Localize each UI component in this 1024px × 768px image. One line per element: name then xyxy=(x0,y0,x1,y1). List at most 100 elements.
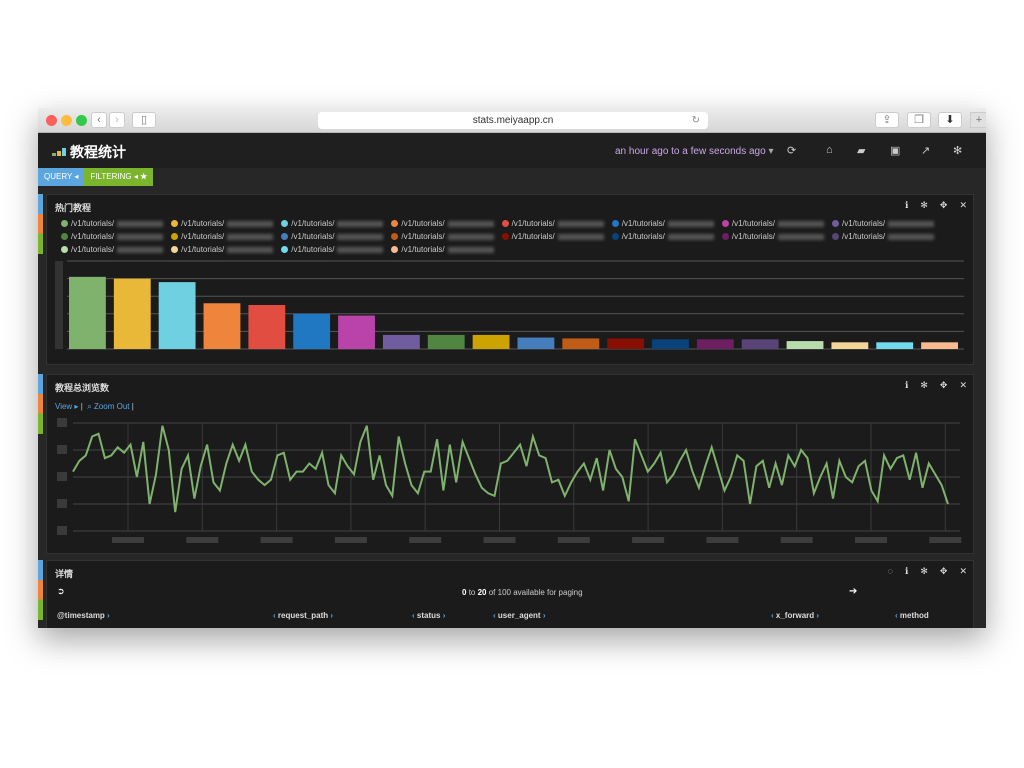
gear-icon[interactable]: ✻ xyxy=(920,380,928,391)
legend-item[interactable]: /v1/tutorials/ xyxy=(391,232,494,241)
browser-toolbar: ‹ › ▯ stats.meiyaapp.cn ↻ ⇪ ❐ ⬇ + xyxy=(38,108,986,133)
bar xyxy=(607,338,645,349)
redacted-text xyxy=(557,220,604,227)
view-menu[interactable]: View ▸ xyxy=(55,402,78,411)
query-toggle[interactable]: QUERY ◂ xyxy=(38,168,85,186)
fields-toggle-icon[interactable]: ➲ xyxy=(57,586,65,597)
legend-item[interactable]: /v1/tutorials/ xyxy=(831,232,935,241)
column-header[interactable]: @timestamp › xyxy=(57,611,110,620)
bar xyxy=(786,341,824,349)
bar xyxy=(562,338,600,349)
panel-title: 详情 xyxy=(55,569,74,579)
bar xyxy=(921,342,958,349)
row-collapse-handle[interactable] xyxy=(38,560,43,620)
legend-label: /v1/tutorials/ xyxy=(731,232,775,241)
info-icon[interactable]: ℹ xyxy=(905,566,908,577)
folder-open-icon[interactable]: ▰ xyxy=(857,144,865,157)
paging-rest: of 100 available for paging xyxy=(488,588,583,597)
column-header[interactable]: ‹ x_forward › xyxy=(771,611,819,620)
legend-item[interactable]: /v1/tutorials/ xyxy=(721,232,824,241)
move-icon[interactable]: ✥ xyxy=(940,200,948,211)
legend-item[interactable]: /v1/tutorials/ xyxy=(831,219,935,228)
x-tick-label-redacted xyxy=(706,537,739,543)
legend-item[interactable]: /v1/tutorials/ xyxy=(611,219,714,228)
save-icon[interactable]: ▣ xyxy=(890,144,900,157)
time-picker[interactable]: an hour ago to a few seconds ago ▾ xyxy=(615,146,773,157)
bar xyxy=(831,342,869,349)
legend-item[interactable]: /v1/tutorials/ xyxy=(171,232,274,241)
zoom-out-button[interactable]: ⌕ Zoom Out xyxy=(87,402,129,411)
column-header[interactable]: ‹ user_agent › xyxy=(493,611,546,620)
column-header[interactable]: ‹ request_path › xyxy=(273,611,333,620)
filtering-toggle[interactable]: FILTERING ◂ ★ xyxy=(84,168,154,186)
redacted-text xyxy=(337,246,384,253)
legend-swatch xyxy=(391,220,399,227)
back-button[interactable]: ‹ xyxy=(91,112,107,128)
panel-total-views: 教程总浏览数 ℹ ✻ ✥ ✕ View ▸ | ⌕ Zoom Out | xyxy=(46,374,974,554)
column-label: user_agent xyxy=(497,611,541,620)
legend-item[interactable]: /v1/tutorials/ xyxy=(501,219,604,228)
row-collapse-handle[interactable] xyxy=(38,374,43,434)
close-icon[interactable]: ✕ xyxy=(959,200,967,211)
forward-button[interactable]: › xyxy=(109,112,125,128)
legend-item[interactable]: /v1/tutorials/ xyxy=(61,219,164,228)
legend-item[interactable]: /v1/tutorials/ xyxy=(611,232,714,241)
bar xyxy=(69,276,106,349)
next-page-icon[interactable]: ➔ xyxy=(849,586,857,597)
redacted-text xyxy=(337,220,384,227)
gear-icon[interactable]: ✻ xyxy=(953,144,962,157)
column-header[interactable]: ‹ method xyxy=(895,611,929,620)
refresh-icon[interactable]: ⟳ xyxy=(787,144,796,157)
redacted-text xyxy=(227,246,274,253)
close-window-button[interactable] xyxy=(46,115,57,126)
legend-swatch xyxy=(171,246,179,253)
legend-item[interactable]: /v1/tutorials/ xyxy=(171,245,274,254)
zoom-window-button[interactable] xyxy=(76,115,87,126)
legend-label: /v1/tutorials/ xyxy=(291,245,335,254)
legend-swatch xyxy=(391,233,399,240)
legend-item[interactable]: /v1/tutorials/ xyxy=(281,232,384,241)
new-tab-button[interactable]: + xyxy=(970,112,986,128)
move-icon[interactable]: ✥ xyxy=(940,566,948,577)
row-collapse-handle[interactable] xyxy=(38,194,43,254)
column-header[interactable]: ‹ status › xyxy=(412,611,445,620)
legend-label: /v1/tutorials/ xyxy=(181,219,225,228)
reload-icon[interactable]: ↻ xyxy=(692,112,700,129)
address-bar[interactable]: stats.meiyaapp.cn ↻ xyxy=(318,112,708,129)
line-chart xyxy=(57,418,962,543)
legend-item[interactable]: /v1/tutorials/ xyxy=(391,219,494,228)
sidebar-toggle-button[interactable]: ▯ xyxy=(132,112,156,128)
home-icon[interactable]: ⌂ xyxy=(826,144,833,156)
bar xyxy=(293,313,331,349)
move-icon[interactable]: ✥ xyxy=(940,380,948,391)
downloads-button[interactable]: ⬇ xyxy=(938,112,962,128)
legend-swatch xyxy=(281,246,289,253)
tabs-button[interactable]: ❐ xyxy=(907,112,931,128)
info-icon[interactable]: ℹ xyxy=(905,200,908,211)
legend-item[interactable]: /v1/tutorials/ xyxy=(171,219,274,228)
close-icon[interactable]: ✕ xyxy=(959,566,967,577)
legend-swatch xyxy=(391,246,399,253)
share-button[interactable]: ⇪ xyxy=(875,112,899,128)
view-label: View xyxy=(55,402,73,411)
legend-swatch xyxy=(171,220,179,227)
info-icon[interactable]: ℹ xyxy=(905,380,908,391)
legend-item[interactable]: /v1/tutorials/ xyxy=(721,219,824,228)
gear-icon[interactable]: ✻ xyxy=(920,566,928,577)
title-text: 教程统计 xyxy=(70,144,126,160)
legend-item[interactable]: /v1/tutorials/ xyxy=(61,232,164,241)
close-icon[interactable]: ✕ xyxy=(959,380,967,391)
x-tick-label-redacted xyxy=(112,537,144,543)
panel-controls: ℹ ✻ ✥ ✕ xyxy=(905,200,967,211)
legend-item[interactable]: /v1/tutorials/ xyxy=(61,245,164,254)
share-icon[interactable]: ↗ xyxy=(921,144,930,157)
legend-item[interactable]: /v1/tutorials/ xyxy=(501,232,604,241)
gear-icon[interactable]: ✻ xyxy=(920,200,928,211)
bar xyxy=(158,282,196,349)
minimize-window-button[interactable] xyxy=(61,115,72,126)
legend-item[interactable]: /v1/tutorials/ xyxy=(281,245,384,254)
legend-item[interactable]: /v1/tutorials/ xyxy=(281,219,384,228)
legend-item[interactable]: /v1/tutorials/ xyxy=(391,245,494,254)
legend-swatch xyxy=(721,233,729,240)
paging-from: 0 xyxy=(462,588,467,597)
